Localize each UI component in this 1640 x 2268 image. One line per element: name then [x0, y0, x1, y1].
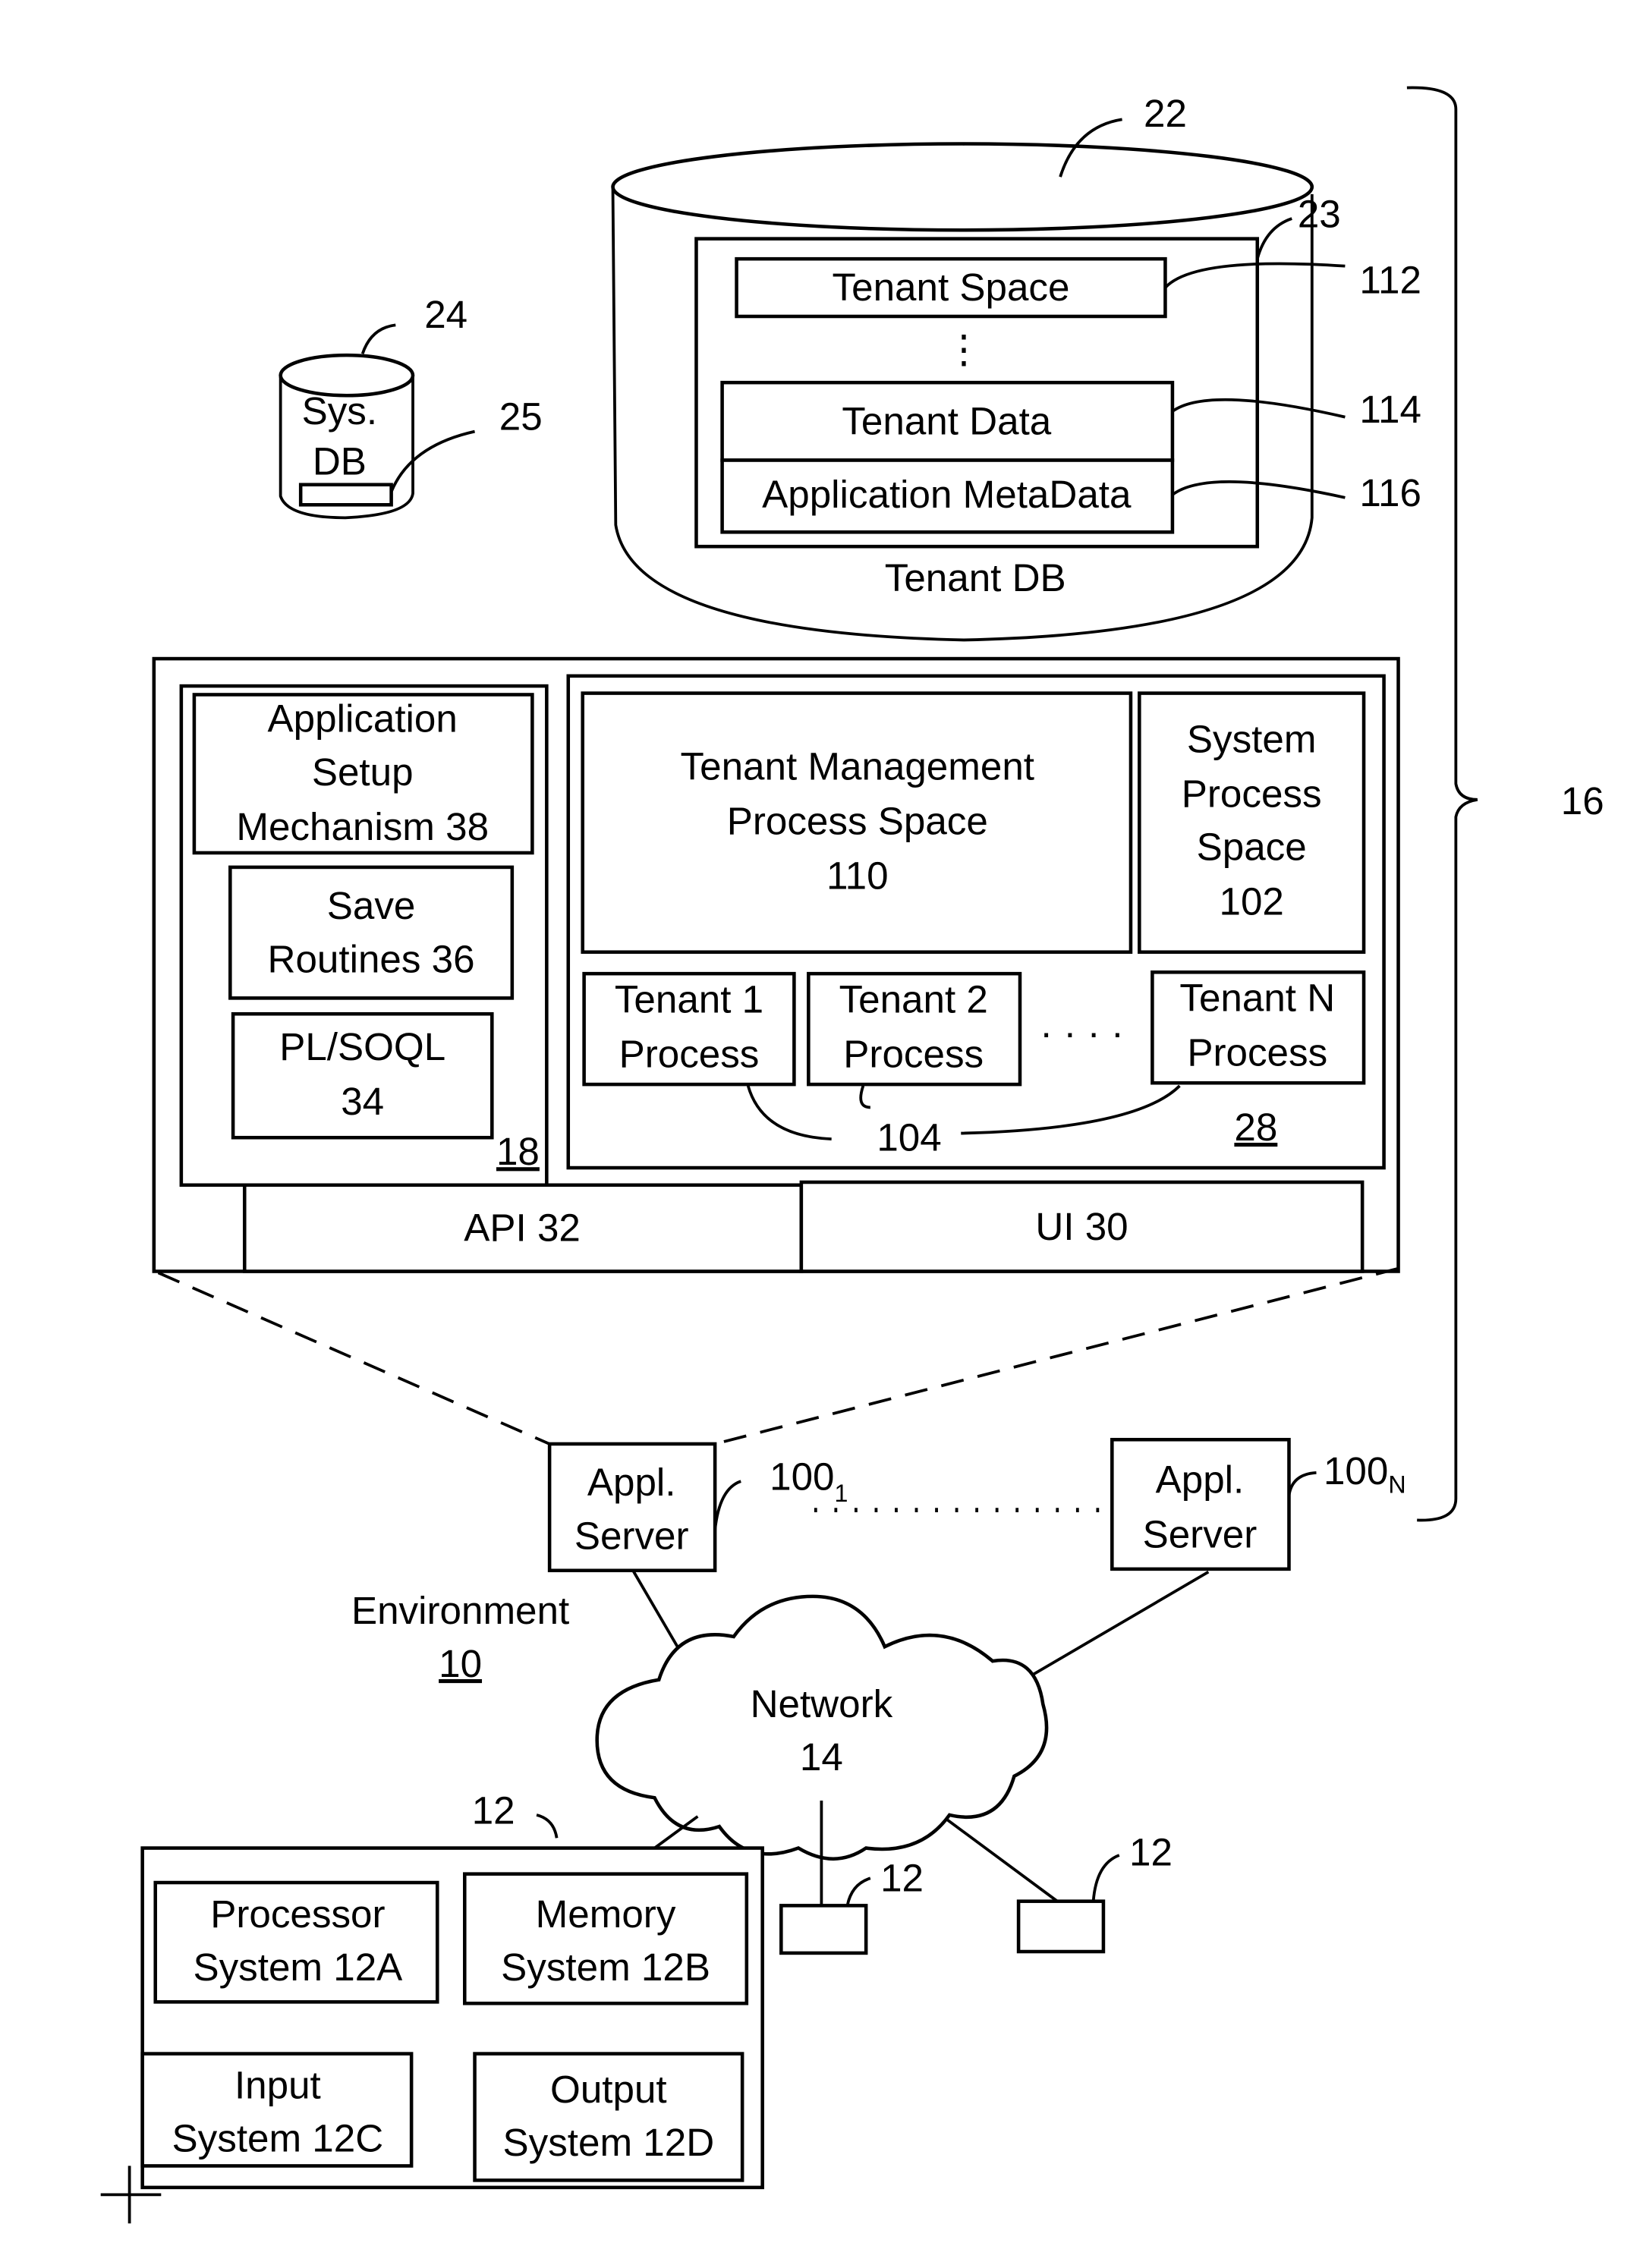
- system-db-ref: 24: [424, 293, 467, 336]
- app-server-1-line2: Server: [574, 1514, 689, 1557]
- processor-line2: System 12A: [193, 1946, 403, 1989]
- brace-icon: [1406, 86, 1478, 1522]
- network-label: Network: [751, 1682, 893, 1725]
- tenantN-line1: Tenant N: [1179, 976, 1335, 1019]
- user-system-ref: 12: [472, 1788, 515, 1832]
- user-system-ref-leader: [536, 1813, 559, 1839]
- user-terminal-1-ref: 12: [880, 1856, 924, 1899]
- plsoql-line1: PL/SOQL: [279, 1025, 445, 1068]
- tenant-space-ellipsis: ⋮: [944, 328, 983, 371]
- tenant2-line1: Tenant 2: [839, 977, 988, 1021]
- tenant1-line1: Tenant 1: [615, 977, 763, 1021]
- user-system: Processor System 12A Memory System 12B I…: [140, 1846, 764, 2190]
- tenant-db-container-ref-leader: [1255, 217, 1292, 260]
- environment-label: Environment: [351, 1589, 569, 1632]
- environment-ref: 10: [439, 1642, 482, 1685]
- tenant1-line2: Process: [619, 1032, 760, 1075]
- link-network-terminal-2: [946, 1818, 1059, 1903]
- tenantN-line2: Process: [1187, 1030, 1327, 1074]
- system-db-line2: DB: [313, 439, 367, 483]
- left-panel-ref: 18: [496, 1130, 540, 1173]
- tenant-space-label: Tenant Space: [833, 266, 1070, 309]
- app-server-n-line1: Appl.: [1156, 1458, 1245, 1501]
- tenant-db: 22 23 Tenant Space 112 ⋮ Tenant Data 114…: [611, 92, 1421, 642]
- system-ref: 16: [1561, 779, 1604, 823]
- system-process-line4: 102: [1220, 879, 1284, 923]
- zoom-line-right: [714, 1266, 1399, 1445]
- save-routines-line1: Save: [327, 884, 416, 927]
- input-line1: Input: [235, 2063, 321, 2106]
- system-process-line3: Space: [1197, 825, 1307, 868]
- memory-line1: Memory: [536, 1892, 676, 1936]
- tenant-space-ref: 112: [1359, 259, 1421, 302]
- app-setup-line1: Application: [268, 697, 458, 741]
- app-setup-line3: Mechanism 38: [236, 805, 489, 848]
- app-metadata-label: Application MetaData: [762, 473, 1132, 516]
- system-db-ref-leader: [360, 323, 396, 354]
- tenant-db-label: Tenant DB: [885, 556, 1066, 599]
- user-terminal-2: [1016, 1899, 1106, 1954]
- tenant-mgmt-line2: Process Space: [727, 799, 988, 842]
- input-line2: System 12C: [172, 2116, 384, 2159]
- processor-line1: Processor: [210, 1892, 385, 1936]
- tenant-mgmt-line3: 110: [826, 854, 889, 897]
- app-metadata-ref: 116: [1359, 471, 1421, 514]
- multi-tenant-environment-diagram: 22 23 Tenant Space 112 ⋮ Tenant Data 114…: [100, 86, 1604, 2224]
- app-server-n-line2: Server: [1143, 1512, 1258, 1556]
- link-server1-network: [631, 1569, 685, 1658]
- tenant-mgmt-line1: Tenant Management: [681, 744, 1034, 788]
- tenant-db-ref: 22: [1144, 92, 1187, 135]
- system-db-inner-ref-leader: [389, 429, 475, 492]
- link-serverN-network: [1013, 1571, 1210, 1688]
- app-server-1: Appl. Server 1001: [547, 1442, 848, 1573]
- system-db-inner-ref: 25: [499, 395, 543, 439]
- save-routines-line2: Routines 36: [268, 937, 475, 980]
- tenant-process-ref: 104: [877, 1115, 941, 1159]
- app-server-1-line1: Appl.: [587, 1461, 676, 1504]
- system-db-inner-store: [298, 483, 393, 507]
- output-line2: System 12D: [503, 2121, 715, 2164]
- tenant-ellipsis: · · · ·: [1040, 1011, 1124, 1054]
- tenant-data-ref: 114: [1359, 388, 1421, 431]
- server-detail: Application Setup Mechanism 38 Save Rout…: [152, 656, 1400, 1273]
- tenant-db-cylinder-top: [611, 142, 1314, 232]
- plsoql-line2: 34: [341, 1080, 384, 1123]
- user-terminal-1: [779, 1904, 868, 1955]
- system-db-line1: Sys.: [302, 389, 378, 433]
- api-label: API 32: [464, 1206, 581, 1250]
- system-db: 24 Sys. DB 25: [279, 293, 543, 520]
- user-terminal-2-ref-leader: [1091, 1854, 1120, 1902]
- system-process-line2: Process: [1182, 772, 1322, 815]
- app-server-n-ref-leader: [1287, 1471, 1317, 1496]
- memory-line2: System 12B: [501, 1946, 710, 1989]
- system-brace: 16: [1406, 86, 1604, 1522]
- system-process-line1: System: [1187, 717, 1317, 760]
- app-server-1-ref-leader: [713, 1480, 741, 1530]
- user-terminal-1-ref-leader: [845, 1876, 871, 1906]
- app-setup-line2: Setup: [312, 750, 414, 794]
- user-terminal-2-ref: 12: [1129, 1830, 1173, 1873]
- output-line1: Output: [550, 2068, 667, 2111]
- app-server-n: Appl. Server 100N: [1110, 1437, 1406, 1571]
- app-server-1-ref: 1001: [770, 1455, 848, 1507]
- tenant2-line2: Process: [843, 1032, 984, 1075]
- tenant-db-container-ref: 23: [1298, 192, 1341, 235]
- network-ref: 14: [800, 1735, 843, 1779]
- app-server-n-ref: 100N: [1324, 1449, 1406, 1498]
- right-panel-ref: 28: [1234, 1106, 1277, 1149]
- ui-label: UI 30: [1035, 1205, 1128, 1248]
- tenant-data-label: Tenant Data: [842, 399, 1051, 442]
- zoom-line-left: [157, 1271, 550, 1445]
